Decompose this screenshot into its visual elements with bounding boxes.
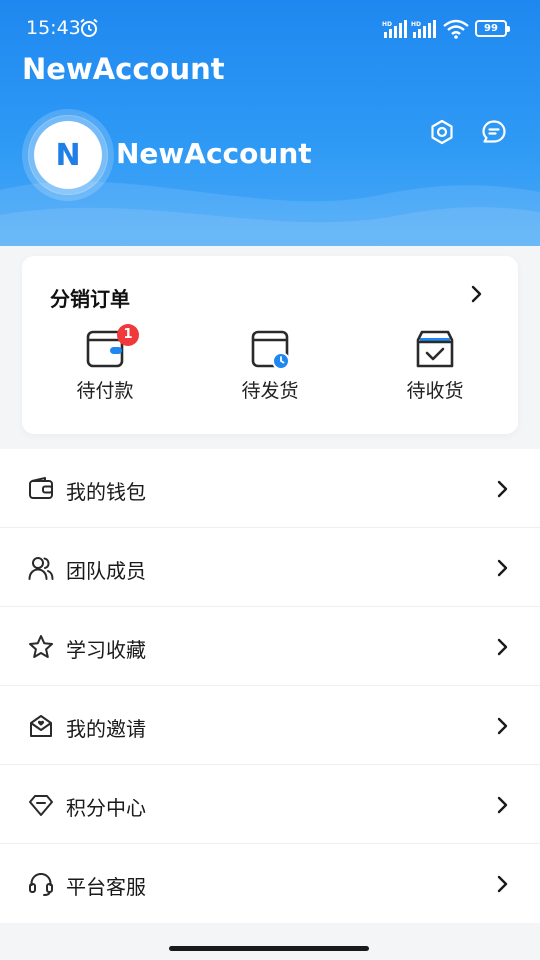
menu-item-invite[interactable]: 我的邀请 [0,686,540,765]
menu-item-team[interactable]: 团队成员 [0,528,540,607]
pending-ship-icon [251,330,290,370]
order-pending-payment[interactable]: 1 待付款 [50,324,160,408]
diamond-icon [29,795,53,816]
chevron-right-icon [497,717,508,735]
profile-header: 15:43 HD HD 99 NewAccount N NewAccount [0,0,540,246]
menu-item-label: 我的邀请 [66,717,146,741]
menu-item-favorites[interactable]: 学习收藏 [0,607,540,686]
menu-item-support[interactable]: 平台客服 [0,844,540,923]
menu-item-label: 我的钱包 [66,480,146,504]
avatar[interactable]: N [28,115,108,195]
battery-icon: 99 [475,20,510,37]
chevron-right-icon [497,875,508,893]
signal-hd-icon: HD [382,20,407,38]
order-item-label: 待收货 [406,380,464,402]
team-icon [28,557,54,580]
alarm-icon [80,18,98,37]
distribution-orders-card: 分销订单 1 待付款 待发货 待收货 [22,256,518,434]
menu-item-wallet[interactable]: 我的钱包 [0,449,540,528]
menu-item-label: 平台客服 [66,875,146,899]
svg-text:HD: HD [411,21,421,28]
chevron-right-icon [497,796,508,814]
card-title: 分销订单 [50,287,130,311]
order-pending-receipt[interactable]: 待收货 [380,328,490,408]
message-icon[interactable] [480,118,508,146]
wallet-icon [29,477,53,499]
menu-item-label: 学习收藏 [66,638,146,662]
signal-hd-icon: HD [411,20,436,38]
order-pending-shipment[interactable]: 待发货 [215,328,325,408]
home-indicator[interactable] [169,946,369,951]
menu-item-label: 积分中心 [66,796,146,820]
unread-badge: 1 [117,324,139,346]
status-time: 15:43 [26,17,81,39]
settings-icon[interactable] [428,118,456,146]
receive-box-icon [416,330,454,368]
chevron-right-icon [497,480,508,498]
status-bar: 15:43 HD HD 99 [0,0,540,56]
chevron-right-icon [497,638,508,656]
menu-item-label: 团队成员 [66,559,146,583]
headset-icon [29,872,53,896]
chevron-right-icon[interactable] [466,284,486,304]
svg-text:HD: HD [382,21,392,28]
profile-name[interactable]: NewAccount [116,137,312,170]
order-item-label: 待发货 [241,380,299,402]
invite-mail-icon [30,715,52,737]
menu-item-points[interactable]: 积分中心 [0,765,540,844]
menu-list: 我的钱包 团队成员 学习收藏 我的邀请 积分中心 平台客服 [0,449,540,923]
app-title: NewAccount [22,52,225,86]
order-item-label: 待付款 [76,380,134,402]
chevron-right-icon [497,559,508,577]
star-icon [29,635,53,658]
wifi-icon [443,19,469,39]
